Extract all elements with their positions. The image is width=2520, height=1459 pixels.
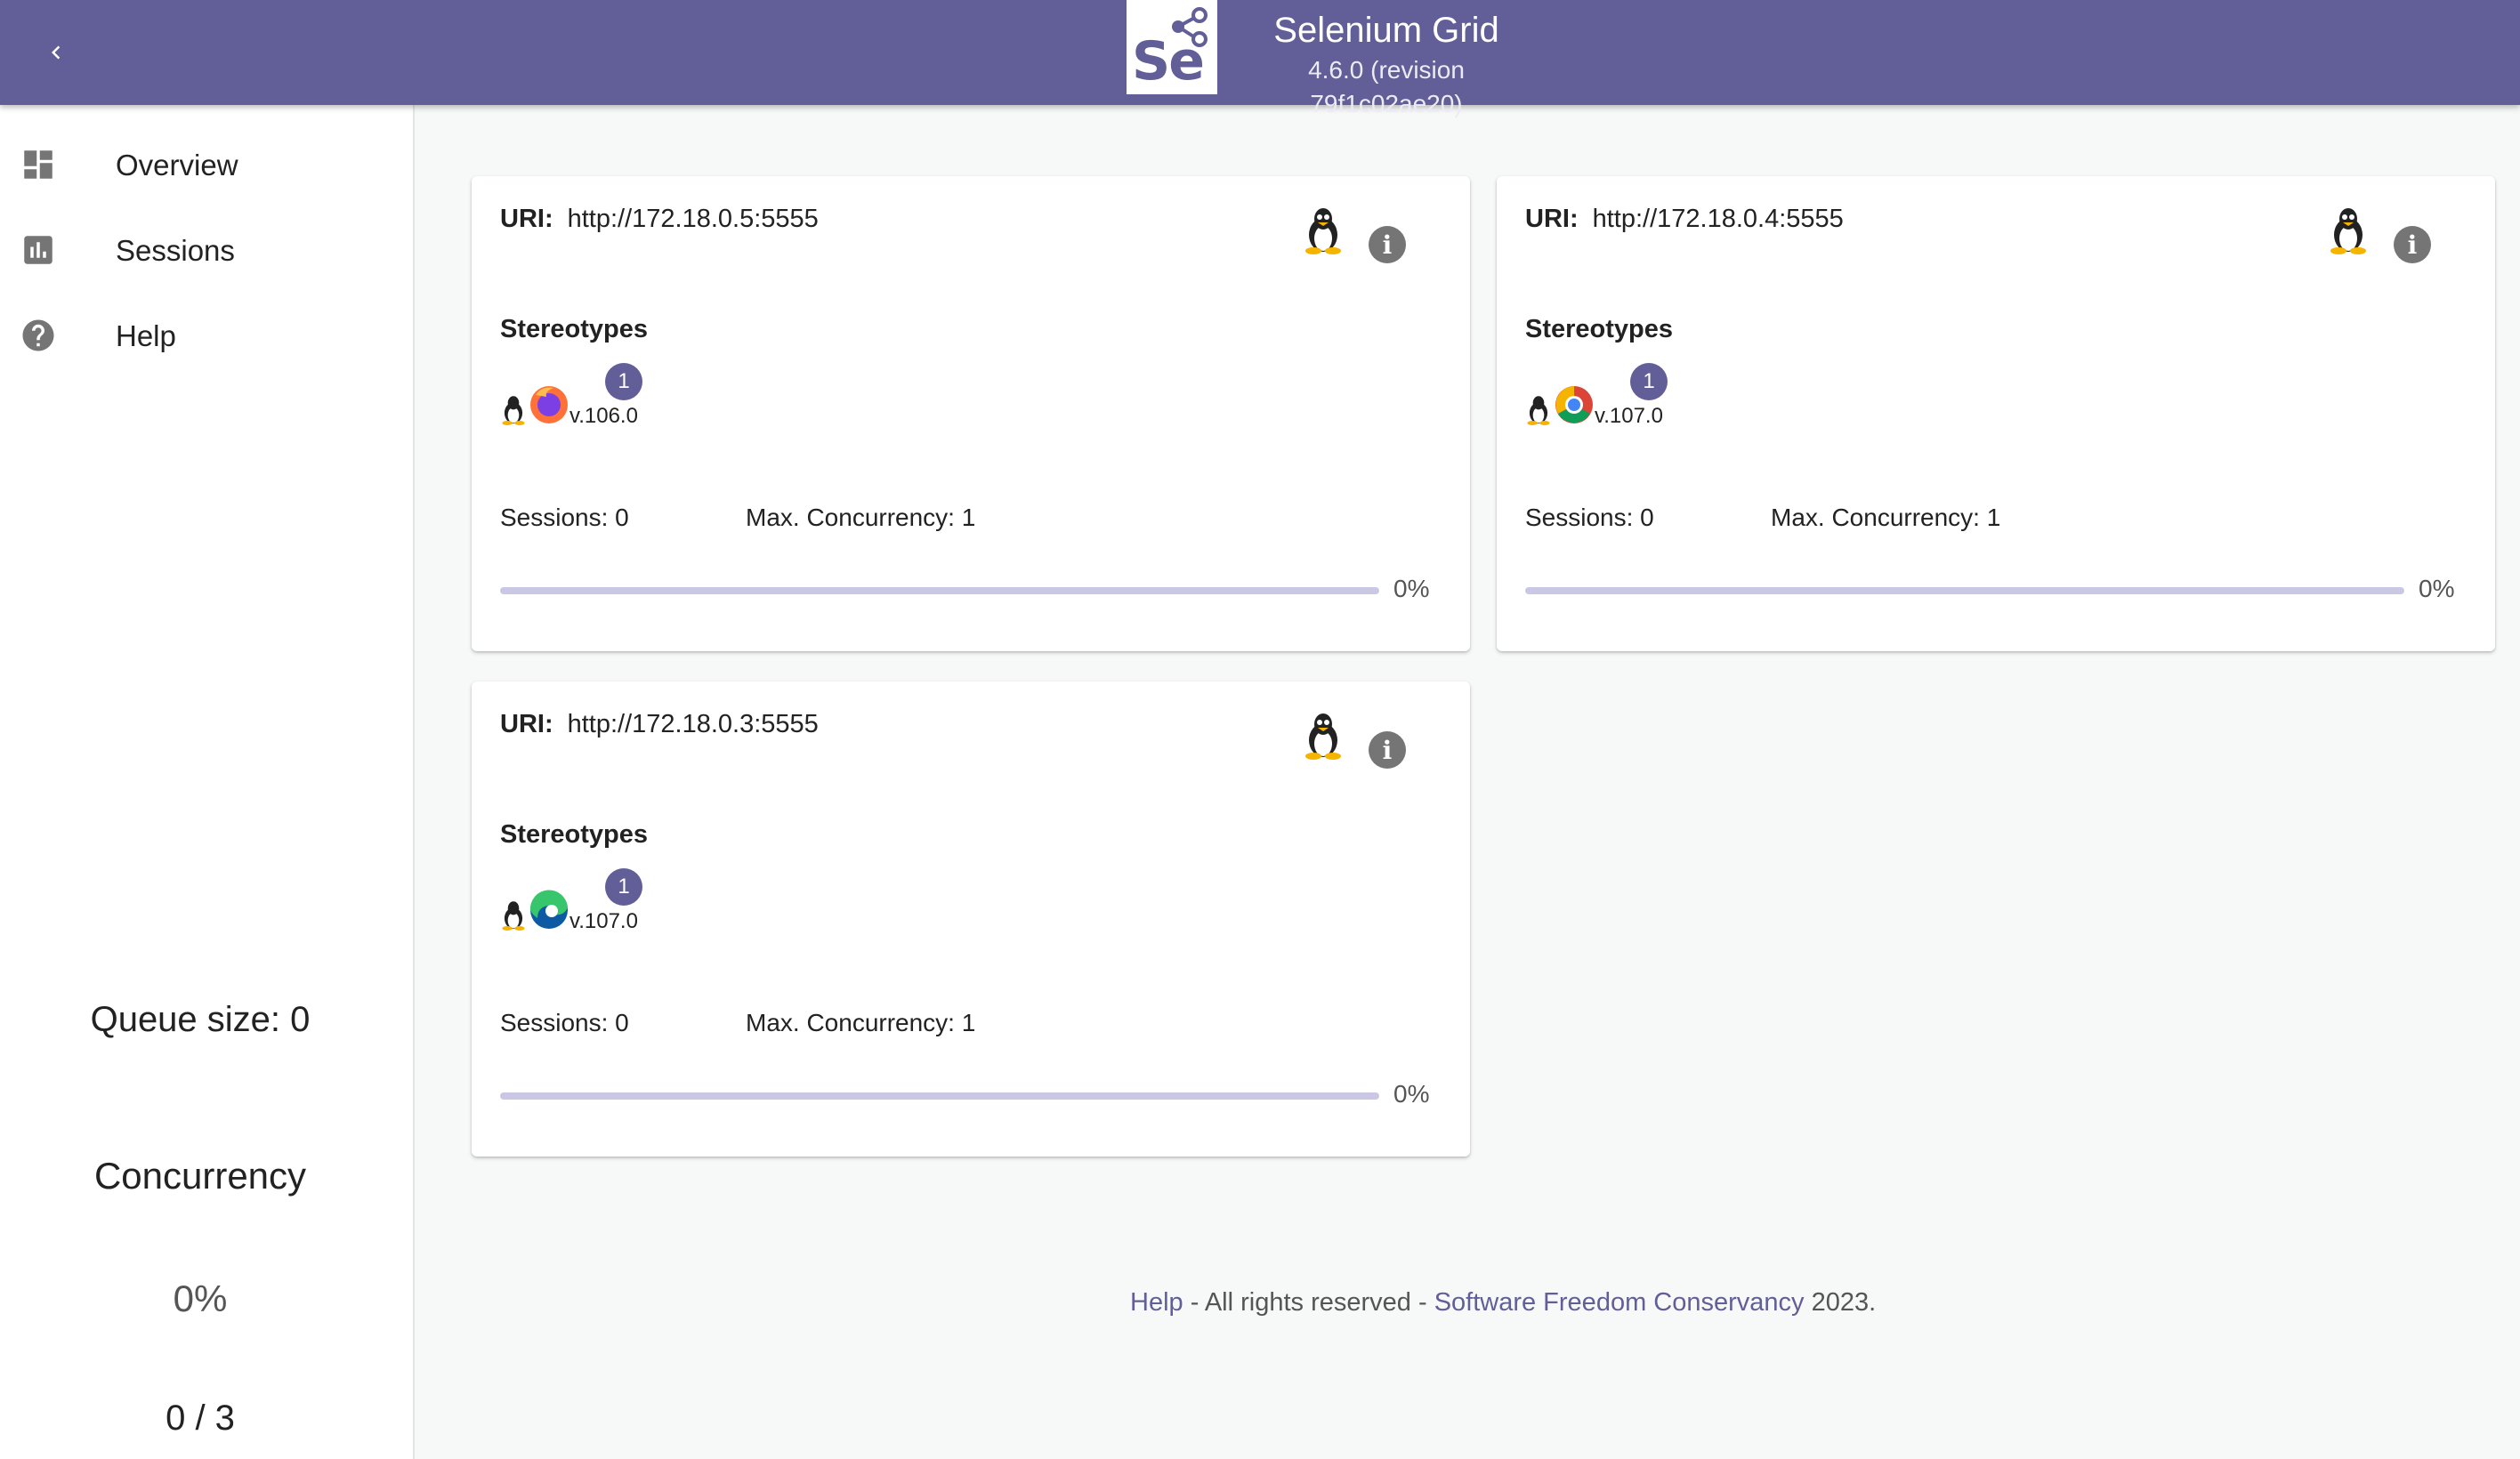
firefox-icon bbox=[530, 386, 568, 423]
browser-version: v.106.0 bbox=[569, 404, 638, 428]
app-version: 4.6.0 (revision 79f1c02ae20) bbox=[1308, 56, 1465, 117]
selenium-logo: Se bbox=[1127, 0, 1217, 94]
stereotypes-title: Stereotypes bbox=[1525, 315, 1674, 343]
collapse-drawer-button[interactable] bbox=[25, 21, 87, 84]
linux-icon bbox=[1305, 713, 1341, 760]
sidebar-item-label: Help bbox=[116, 319, 176, 352]
stereotypes-title: Stereotypes bbox=[500, 315, 649, 343]
uri-label: URI: bbox=[500, 710, 553, 738]
sessions-count: Sessions: 0 bbox=[1525, 504, 1654, 531]
slot-count-badge: 1 bbox=[605, 363, 642, 400]
info-button[interactable]: i bbox=[2394, 226, 2431, 263]
sidebar-item-overview[interactable]: Overview bbox=[0, 123, 413, 208]
sidebar: Overview Sessions Help Queue size: 0 Con… bbox=[0, 105, 415, 1459]
max-concurrency: Max. Concurrency: 1 bbox=[746, 1009, 976, 1036]
footer-year: 2023. bbox=[1804, 1288, 1877, 1317]
bar-chart-icon bbox=[24, 236, 52, 264]
edge-icon bbox=[529, 890, 568, 929]
chevron-left-icon bbox=[52, 45, 61, 60]
browser-version: v.107.0 bbox=[1595, 404, 1663, 428]
node-card: URI: http://172.18.0.3:5555 i Stereotypes… bbox=[472, 681, 1470, 1157]
concurrency-label: Concurrency bbox=[93, 1155, 307, 1197]
app-bar: Se Selenium Grid 4.6.0 (revision 79f1c02… bbox=[0, 0, 2520, 117]
footer-text: - All rights reserved - bbox=[1183, 1288, 1434, 1317]
sidebar-item-help[interactable]: Help bbox=[0, 294, 413, 379]
sessions-count: Sessions: 0 bbox=[500, 504, 629, 531]
chrome-icon bbox=[1555, 386, 1593, 423]
load-progress-bar bbox=[500, 587, 1379, 594]
max-concurrency: Max. Concurrency: 1 bbox=[1771, 504, 2001, 531]
slot-count-badge: 1 bbox=[1630, 363, 1668, 400]
help-circle-icon bbox=[22, 319, 54, 351]
uri-label: URI: bbox=[500, 205, 553, 233]
logo-text: Se bbox=[1132, 30, 1205, 93]
uri-value: http://172.18.0.3:5555 bbox=[567, 710, 819, 738]
concurrency-percent: 0% bbox=[173, 1278, 228, 1319]
linux-icon bbox=[2330, 208, 2366, 254]
app-title: Selenium Grid bbox=[1273, 11, 1499, 50]
footer-help-link[interactable]: Help bbox=[1130, 1288, 1183, 1317]
node-uri: URI: http://172.18.0.5:5555 bbox=[500, 205, 819, 234]
info-button[interactable]: i bbox=[1369, 731, 1406, 769]
slot-count-badge: 1 bbox=[605, 868, 642, 906]
browser-version: v.107.0 bbox=[569, 909, 638, 933]
linux-icon bbox=[502, 901, 525, 931]
sessions-count: Sessions: 0 bbox=[500, 1009, 629, 1036]
sidebar-item-label: Sessions bbox=[116, 234, 235, 267]
queue-size: Queue size: 0 bbox=[90, 1000, 311, 1039]
linux-icon bbox=[1305, 208, 1341, 254]
uri-value: http://172.18.0.4:5555 bbox=[1592, 205, 1844, 233]
stereotypes-title: Stereotypes bbox=[500, 820, 649, 849]
load-percent: 0% bbox=[2419, 575, 2455, 602]
sidebar-item-label: Overview bbox=[116, 149, 238, 181]
load-percent: 0% bbox=[1393, 575, 1430, 602]
load-progress-bar bbox=[1525, 587, 2404, 594]
footer-org-link[interactable]: Software Freedom Conservancy bbox=[1434, 1288, 1805, 1317]
info-button[interactable]: i bbox=[1369, 226, 1406, 263]
sidebar-item-sessions[interactable]: Sessions bbox=[0, 208, 413, 294]
dashboard-icon bbox=[24, 150, 52, 179]
concurrency-ratio: 0 / 3 bbox=[166, 1399, 235, 1438]
node-uri: URI: http://172.18.0.3:5555 bbox=[500, 710, 819, 739]
node-card: URI: http://172.18.0.4:5555 i Stereotypes… bbox=[1497, 176, 2495, 651]
linux-icon bbox=[1527, 396, 1550, 425]
linux-icon bbox=[502, 396, 525, 425]
load-progress-bar bbox=[500, 1092, 1379, 1100]
uri-label: URI: bbox=[1525, 205, 1579, 233]
footer: Help - All rights reserved - Software Fr… bbox=[1130, 1288, 1876, 1318]
load-percent: 0% bbox=[1393, 1080, 1430, 1108]
uri-value: http://172.18.0.5:5555 bbox=[567, 205, 819, 233]
node-uri: URI: http://172.18.0.4:5555 bbox=[1525, 205, 1844, 234]
max-concurrency: Max. Concurrency: 1 bbox=[746, 504, 976, 531]
node-card: URI: http://172.18.0.5:5555 i Stereotypes… bbox=[472, 176, 1470, 651]
